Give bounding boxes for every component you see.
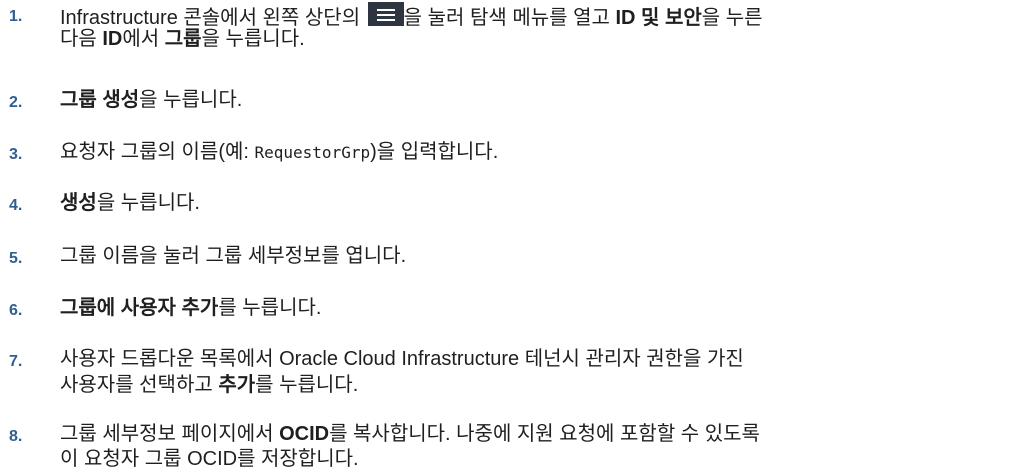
step-item: 3. 요청자 그룹의 이름(예: RequestorGrp)을 입력합니다. xyxy=(0,140,1013,165)
step-text-line-1: 그룹 세부정보 페이지에서 OCID를 복사합니다. 나중에 지원 요청에 포함… xyxy=(60,422,1005,447)
step-text-segment: 를 누릅니다. xyxy=(218,297,322,319)
step-text-segment: 그룹 세부정보 페이지에서 xyxy=(60,423,280,445)
step-item: 6. 그룹에 사용자 추가를 누릅니다. xyxy=(0,296,1013,321)
step-emphasis: 그룹 생성 xyxy=(60,89,140,111)
step-text-line-1: 그룹에 사용자 추가를 누릅니다. xyxy=(60,296,1005,321)
hamburger-menu-icon xyxy=(367,2,404,26)
step-code-example: RequestorGrp xyxy=(254,143,371,162)
step-text-segment: )을 입력합니다. xyxy=(370,141,499,163)
step-text-line-2: 사용자를 선택하고 추가를 누릅니다. xyxy=(60,373,358,398)
step-text-line-1: 생성을 누릅니다. xyxy=(60,191,1005,216)
step-text-segment: 요청자 그룹의 이름(예: xyxy=(60,141,255,163)
step-text-segment: 사용자 드롭다운 목록에서 Oracle Cloud Infrastructur… xyxy=(60,348,744,370)
step-number: 6. xyxy=(9,302,23,319)
step-number: 2. xyxy=(9,94,23,111)
step-number: 4. xyxy=(9,197,23,214)
step-item: 5. 그룹 이름을 눌러 그룹 세부정보를 엽니다. xyxy=(0,244,1013,269)
step-item: 4. 생성을 누릅니다. xyxy=(0,191,1013,216)
step-text-line-1: 사용자 드롭다운 목록에서 Oracle Cloud Infrastructur… xyxy=(60,347,1005,372)
step-number: 3. xyxy=(9,146,23,163)
step-text-line-1: 그룹 생성을 누릅니다. xyxy=(60,88,1005,113)
step-text-line-1: 그룹 이름을 눌러 그룹 세부정보를 엽니다. xyxy=(60,244,1005,269)
step-number: 8. xyxy=(9,428,23,445)
step-emphasis: 그룹 xyxy=(164,28,202,50)
step-text-segment: 을 눌러 탐색 메뉴를 열고 xyxy=(403,7,616,29)
step-text-line-1: 요청자 그룹의 이름(예: RequestorGrp)을 입력합니다. xyxy=(60,140,1005,165)
step-emphasis: 추가 xyxy=(218,374,256,396)
step-item: 8. 그룹 세부정보 페이지에서 OCID를 복사합니다. 나중에 지원 요청에 … xyxy=(0,422,1013,470)
step-text-segment: 를 복사합니다. 나중에 지원 요청에 포함할 수 있도록 xyxy=(329,423,760,445)
step-item: 2. 그룹 생성을 누릅니다. xyxy=(0,88,1013,113)
step-text-segment: 를 누릅니다. xyxy=(255,374,359,396)
step-text-segment: 그룹 이름을 눌러 그룹 세부정보를 엽니다. xyxy=(60,245,407,267)
step-text-segment: 을 누릅니다. xyxy=(96,192,200,214)
step-text-segment: 을 누른 xyxy=(701,7,763,29)
step-emphasis: ID 및 보안 xyxy=(615,7,702,29)
step-emphasis: OCID xyxy=(279,423,330,445)
step-text-segment: Infrastructure 콘솔에서 왼쪽 상단의 xyxy=(60,7,366,29)
step-text-segment: 에서 xyxy=(122,28,165,50)
step-number: 5. xyxy=(9,250,23,267)
step-number: 1. xyxy=(9,8,23,25)
step-text-segment: 을 누릅니다. xyxy=(201,28,305,50)
step-item: 7. 사용자 드롭다운 목록에서 Oracle Cloud Infrastruct… xyxy=(0,347,1013,396)
step-emphasis: 그룹에 사용자 추가 xyxy=(60,297,219,319)
step-text-segment: 사용자를 선택하고 xyxy=(60,374,219,396)
step-text-segment: 이 요청자 그룹 OCID를 저장합니다. xyxy=(60,448,359,470)
step-emphasis: ID xyxy=(102,28,123,50)
step-text-line-2: 이 요청자 그룹 OCID를 저장합니다. xyxy=(60,447,359,472)
step-text-line-2: 다음 ID에서 그룹을 누릅니다. xyxy=(60,27,305,52)
step-number: 7. xyxy=(9,353,23,370)
step-emphasis: 생성 xyxy=(60,192,97,214)
step-item: 1. Infrastructure 콘솔에서 왼쪽 상단의 을 눌러 탐색 메뉴를… xyxy=(0,2,1013,50)
step-text-segment: 을 누릅니다. xyxy=(139,89,243,111)
step-text-segment: 다음 xyxy=(60,28,103,50)
